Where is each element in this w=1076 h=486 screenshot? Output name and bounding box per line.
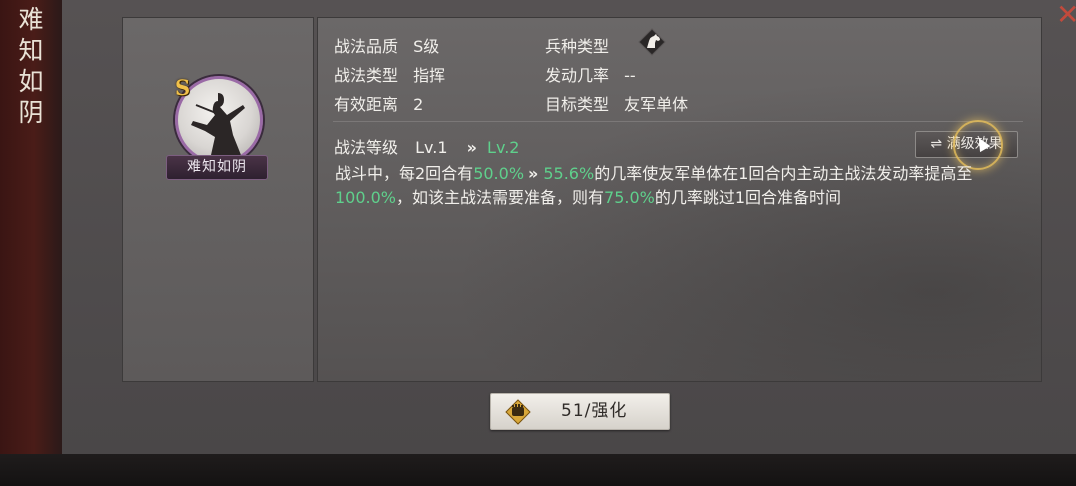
troop-label: 兵种类型: [545, 37, 610, 56]
close-icon[interactable]: ✕: [1056, 1, 1076, 29]
horse-head-icon[interactable]: [638, 28, 666, 56]
type-row: 战法类型 指挥: [334, 62, 445, 86]
quality-row: 战法品质 S级: [334, 33, 439, 57]
quality-label: 战法品质: [334, 37, 399, 56]
bottom-band: [0, 454, 1076, 486]
target-row: 目标类型 友军单体: [545, 91, 688, 115]
fist-icon: [505, 399, 531, 425]
title-char: 知: [18, 36, 44, 65]
level-row: 战法等级 Lv.1 » Lv.2: [334, 134, 519, 158]
range-label: 有效距离: [334, 95, 399, 114]
desc-text: ，如该主战法需要准备，则有: [396, 188, 605, 207]
vertical-title: 难 知 如 阴: [14, 4, 48, 128]
range-value: 2: [413, 95, 424, 114]
quality-value: S级: [413, 37, 440, 56]
title-char: 如: [18, 67, 44, 96]
desc-text: 战斗中，每2回合有: [335, 164, 474, 183]
target-label: 目标类型: [545, 95, 610, 114]
title-char: 阴: [18, 98, 44, 127]
warrior-silhouette-icon: [191, 93, 245, 155]
level-label: 战法等级: [334, 138, 399, 157]
desc-value: 75.0%: [604, 188, 655, 207]
level-current: Lv.1: [415, 138, 448, 157]
target-value: 友军单体: [624, 95, 689, 114]
level-next: Lv.2: [487, 138, 520, 157]
enhance-button[interactable]: 51/强化: [490, 393, 670, 430]
tactic-name-plate: 难知如阴: [166, 155, 268, 180]
divider: [333, 121, 1023, 122]
range-row: 有效距离 2: [334, 91, 423, 115]
type-label: 战法类型: [334, 66, 399, 85]
portrait-card: [122, 17, 314, 382]
troop-row: 兵种类型: [545, 33, 609, 57]
rate-row: 发动几率 --: [545, 62, 636, 86]
grade-badge: S: [175, 75, 191, 100]
rate-value: --: [624, 66, 636, 85]
enhance-label: 51/强化: [561, 401, 628, 421]
desc-value: 55.6%: [543, 164, 595, 183]
level-arrow: »: [466, 138, 477, 157]
tactic-description: 战斗中，每2回合有50.0%» 55.6%的几率使友军单体在1回合内主动主战法发动…: [335, 162, 1025, 210]
rate-label: 发动几率: [545, 66, 610, 85]
desc-value: 100.0%: [335, 188, 397, 207]
desc-value: 50.0%: [473, 164, 525, 183]
desc-text: 的几率使友军单体在1回合内主动主战法发动率提高至: [594, 164, 973, 183]
title-char: 难: [18, 5, 44, 34]
desc-text: 的几率跳过1回合准备时间: [654, 188, 842, 207]
desc-arrow: »: [528, 164, 538, 183]
type-value: 指挥: [413, 66, 446, 85]
